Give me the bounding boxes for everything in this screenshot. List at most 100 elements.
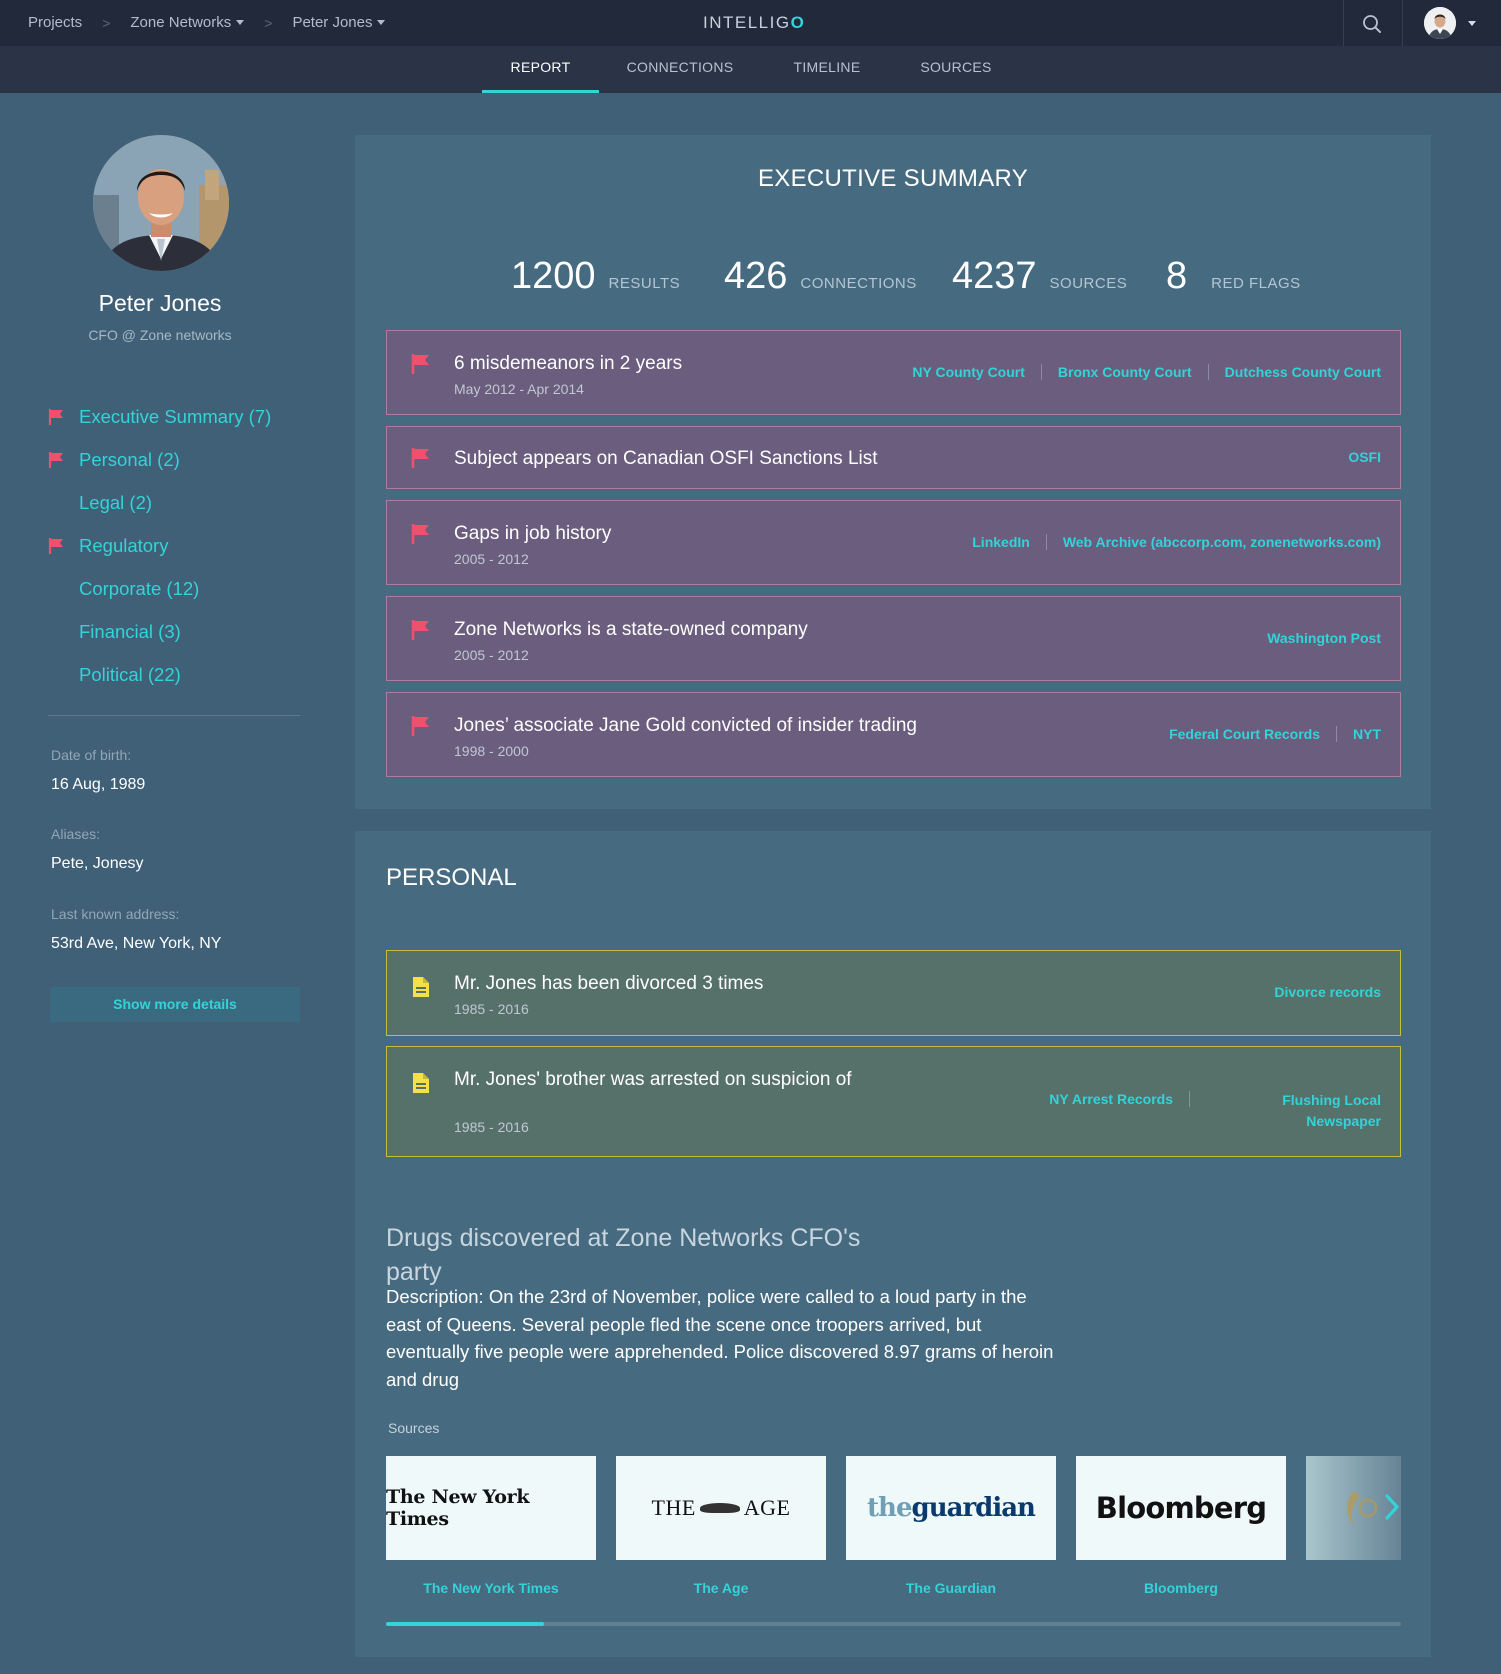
search-icon[interactable] — [1360, 12, 1384, 36]
tab-label: CONNECTIONS — [626, 59, 734, 75]
stat-connections: 426 CONNECTIONS — [724, 255, 917, 298]
profile-name: Peter Jones — [98, 290, 222, 316]
source-link[interactable]: Washington Post — [1267, 630, 1381, 646]
source-link[interactable]: Dutchess County Court — [1225, 364, 1381, 380]
divider — [1189, 1091, 1190, 1107]
carousel-scrollbar[interactable] — [386, 1622, 1401, 1626]
breadcrumb-separator: > — [102, 14, 111, 31]
source-name[interactable]: Bloomberg — [1076, 1580, 1286, 1596]
logo-text: guardian — [911, 1493, 1036, 1523]
top-bar: Projects > Zone Networks > Peter Jones I… — [0, 0, 1501, 46]
card-title: 6 misdemeanors in 2 years — [454, 353, 683, 374]
sidebar-item-label: Financial (3) — [79, 621, 181, 642]
personal-item-card[interactable]: Mr. Jones has been divorced 3 times 1985… — [386, 950, 1401, 1036]
source-link[interactable]: NYT — [1353, 726, 1381, 742]
source-link[interactable]: NY Arrest Records — [1049, 1091, 1173, 1107]
section-title: EXECUTIVE SUMMARY — [757, 165, 1029, 192]
personal-item-card[interactable]: Mr. Jones' brother was arrested on suspi… — [386, 1046, 1401, 1157]
red-flag-icon — [411, 620, 429, 640]
breadcrumb-separator: > — [264, 14, 273, 31]
red-flag-card[interactable]: 6 misdemeanors in 2 years May 2012 - Apr… — [386, 330, 1401, 415]
card-date: 1985 - 2016 — [454, 1001, 529, 1017]
source-link[interactable]: Divorce records — [1274, 984, 1381, 1000]
breadcrumb-zone-networks[interactable]: Zone Networks — [130, 14, 245, 31]
divider — [1343, 0, 1344, 46]
stat-value: 4237 — [952, 255, 1037, 297]
sources-carousel: The New York Times The New York Times TH… — [386, 1456, 1401, 1606]
divider — [1336, 726, 1337, 742]
profile-photo — [93, 135, 229, 271]
divider — [1207, 364, 1209, 380]
stat-results: 1200 RESULTS — [511, 255, 680, 298]
divider — [1045, 534, 1047, 550]
source-name[interactable]: The Age — [616, 1580, 826, 1596]
stat-label: RED FLAGS — [1211, 275, 1301, 292]
source-link[interactable]: Flushing Local Newspaper — [1276, 1090, 1381, 1132]
card-date: 1985 - 2016 — [454, 1119, 529, 1135]
breadcrumb-label: Zone Networks — [130, 14, 232, 31]
source-card-bloomberg[interactable]: Bloomberg — [1076, 1456, 1286, 1560]
the-age-logo: THE AGE — [652, 1495, 791, 1521]
card-title: Mr. Jones' brother was arrested on suspi… — [454, 1069, 852, 1090]
source-link[interactable]: OSFI — [1348, 449, 1381, 465]
source-link[interactable]: Web Archive (abccorp.com, zonenetworks.c… — [1063, 534, 1381, 550]
profile-role: CFO @ Zone networks — [88, 327, 232, 343]
stat-sources: 4237 SOURCES — [952, 255, 1127, 298]
logo-text: THE — [651, 1495, 696, 1520]
stat-red-flags: 8 RED FLAGS — [1166, 255, 1301, 298]
breadcrumb-label: Peter Jones — [292, 14, 373, 31]
red-flag-icon — [48, 452, 63, 468]
card-sources: NY Arrest Records Flushing Local Newspap… — [1049, 1091, 1381, 1132]
red-flag-card[interactable]: Subject appears on Canadian OSFI Sanctio… — [386, 426, 1401, 489]
source-card-nyt[interactable]: The New York Times — [386, 1456, 596, 1560]
user-menu-button[interactable] — [1424, 7, 1484, 39]
card-date: 2005 - 2012 — [454, 551, 529, 567]
stat-value: 426 — [724, 255, 788, 297]
stat-value: 1200 — [511, 255, 596, 297]
personal-panel: PERSONAL Mr. Jones has been divorced 3 t… — [355, 831, 1431, 1657]
document-icon — [413, 1073, 429, 1093]
source-card-the-age[interactable]: THE AGE — [616, 1456, 826, 1560]
source-name[interactable]: The Guardian — [846, 1580, 1056, 1596]
dob-value: 16 Aug, 1989 — [51, 776, 146, 793]
sidebar-item-label: Corporate (12) — [79, 578, 200, 599]
breadcrumb-peter-jones[interactable]: Peter Jones — [292, 14, 386, 31]
document-icon — [413, 977, 429, 997]
card-sources: LinkedIn Web Archive (abccorp.com, zonen… — [972, 534, 1381, 550]
source-name[interactable]: The New York Times — [386, 1580, 596, 1596]
tab-label: REPORT — [510, 59, 571, 75]
card-date: May 2012 - Apr 2014 — [454, 381, 584, 397]
red-flag-card[interactable]: Zone Networks is a state-owned company 2… — [386, 596, 1401, 681]
source-link[interactable]: Federal Court Records — [1169, 726, 1320, 742]
tab-sources[interactable]: SOURCES — [912, 46, 1000, 93]
carousel-scroll-thumb[interactable] — [386, 1622, 545, 1626]
red-flag-card[interactable]: Jones’ associate Jane Gold convicted of … — [386, 692, 1401, 777]
caret-down-icon — [236, 20, 245, 25]
brand-text: INTELLIG — [703, 13, 791, 32]
tab-timeline[interactable]: TIMELINE — [782, 46, 872, 93]
aliases-label: Aliases: — [51, 826, 101, 842]
guardian-logo: theguardian — [867, 1493, 1036, 1523]
red-flag-icon — [48, 409, 63, 425]
source-link[interactable]: Bronx County Court — [1058, 364, 1192, 380]
breadcrumb-projects[interactable]: Projects — [28, 14, 82, 31]
show-more-details-button[interactable]: Show more details — [50, 987, 300, 1022]
executive-summary-panel: EXECUTIVE SUMMARY 1200 RESULTS 426 CONNE… — [355, 135, 1431, 809]
source-link[interactable]: LinkedIn — [972, 534, 1030, 550]
tab-report[interactable]: REPORT — [482, 46, 599, 93]
card-sources: Divorce records — [1274, 984, 1381, 1000]
logo-text: AGE — [743, 1495, 791, 1520]
sidebar-divider — [48, 715, 300, 716]
red-flag-icon — [411, 716, 429, 736]
breadcrumb: Projects > Zone Networks > Peter Jones — [28, 14, 386, 31]
chevron-right-icon[interactable] — [1378, 1482, 1406, 1532]
source-link[interactable]: NY County Court — [912, 364, 1025, 380]
bloomberg-logo: Bloomberg — [1095, 1491, 1267, 1525]
card-title: Mr. Jones has been divorced 3 times — [454, 973, 764, 994]
stat-label: SOURCES — [1049, 275, 1128, 292]
card-sources: Washington Post — [1267, 630, 1381, 646]
brand-logo[interactable]: INTELLIGO — [703, 13, 805, 33]
red-flag-card[interactable]: Gaps in job history 2005 - 2012 LinkedIn… — [386, 500, 1401, 585]
source-card-guardian[interactable]: theguardian — [846, 1456, 1056, 1560]
tab-connections[interactable]: CONNECTIONS — [618, 46, 742, 93]
